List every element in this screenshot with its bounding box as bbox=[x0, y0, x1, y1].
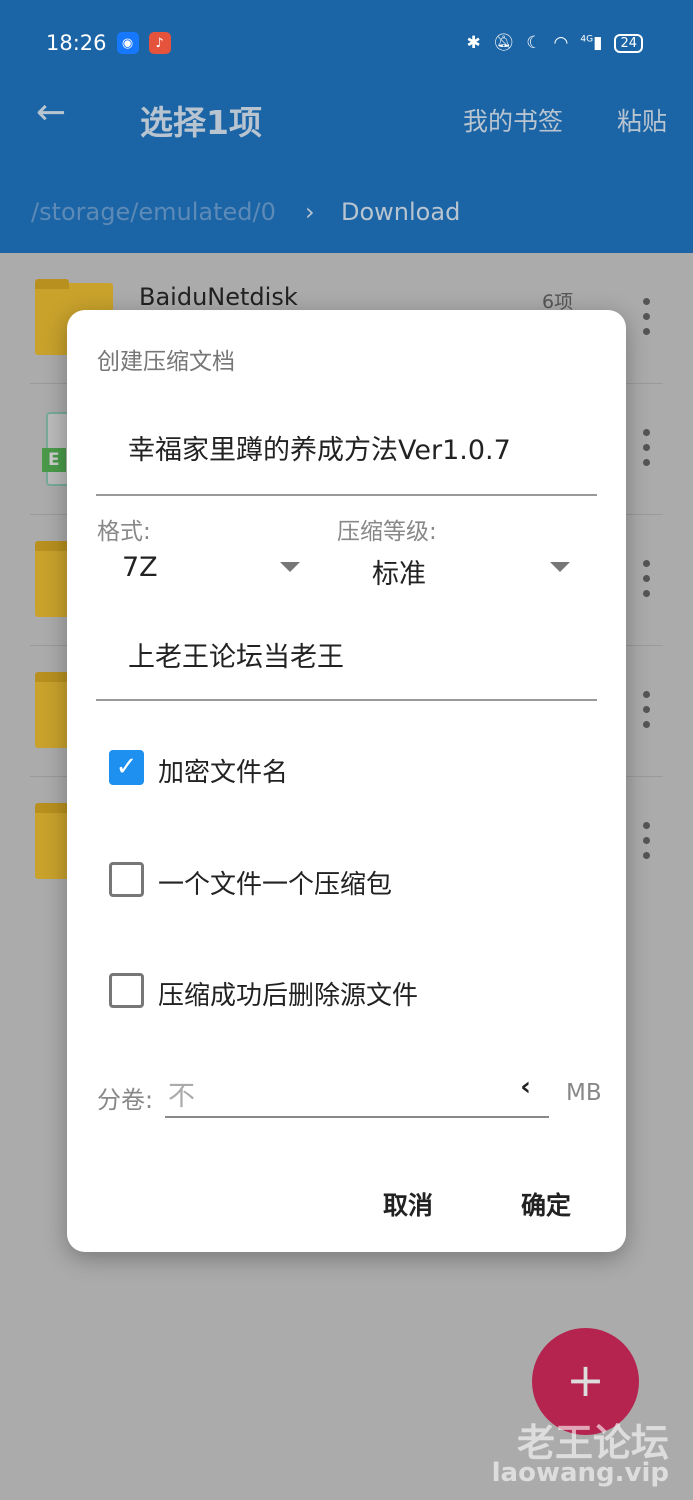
bluetooth-icon: ✱ bbox=[466, 33, 481, 53]
status-bar: 18:26 ◉ ♪ ✱ 🔕︎ ☾ ◠ 4G▮ 24 bbox=[46, 26, 643, 60]
split-unit: MB bbox=[566, 1080, 602, 1106]
more-icon[interactable] bbox=[643, 822, 651, 859]
create-archive-dialog: 创建压缩文档 幸福家里蹲的养成方法Ver1.0.7 格式: 压缩等级: 7Z 标… bbox=[67, 310, 626, 1252]
android-icon: ◉ bbox=[116, 32, 139, 54]
more-icon[interactable] bbox=[643, 429, 651, 466]
breadcrumb-current[interactable]: Download bbox=[341, 198, 460, 226]
level-label: 压缩等级: bbox=[337, 519, 437, 545]
cancel-button[interactable]: 取消 bbox=[383, 1186, 433, 1222]
ok-button[interactable]: 确定 bbox=[521, 1186, 571, 1222]
checkbox-label: 压缩成功后删除源文件 bbox=[158, 981, 419, 1011]
bookmarks-button[interactable]: 我的书签 bbox=[463, 102, 563, 138]
format-label: 格式: bbox=[97, 519, 151, 545]
item-name: BaiduNetdisk bbox=[139, 283, 298, 311]
checkbox-label: 一个文件一个压缩包 bbox=[158, 870, 393, 900]
page-title: 选择1项 bbox=[140, 103, 262, 142]
filename-input[interactable]: 幸福家里蹲的养成方法Ver1.0.7 bbox=[96, 400, 597, 496]
breadcrumb-root[interactable]: /storage/emulated/0 bbox=[31, 198, 276, 226]
music-icon: ♪ bbox=[148, 32, 171, 54]
more-icon[interactable] bbox=[643, 298, 651, 335]
split-label: 分卷: bbox=[97, 1086, 154, 1114]
one-archive-per-file-checkbox[interactable] bbox=[109, 862, 144, 897]
more-icon[interactable] bbox=[643, 560, 651, 597]
chevron-left-icon[interactable]: ‹ bbox=[520, 1072, 531, 1102]
battery-icon: 24 bbox=[614, 33, 643, 53]
dropdown-arrow-icon bbox=[550, 562, 570, 572]
wifi-icon: ◠ bbox=[553, 33, 569, 53]
level-value: 标准 bbox=[372, 559, 426, 590]
watermark-url: laowang.vip bbox=[491, 1458, 669, 1488]
password-value: 上老王论坛当老王 bbox=[128, 642, 344, 673]
format-value: 7Z bbox=[122, 552, 158, 583]
password-input[interactable]: 上老王论坛当老王 bbox=[96, 600, 597, 701]
file-type-badge: E bbox=[42, 448, 66, 472]
more-icon[interactable] bbox=[643, 691, 651, 728]
paste-button[interactable]: 粘贴 bbox=[617, 102, 667, 138]
app-bar: 18:26 ◉ ♪ ✱ 🔕︎ ☾ ◠ 4G▮ 24 ← 选择1项 我的书签 粘贴… bbox=[0, 0, 693, 253]
dropdown-arrow-icon bbox=[280, 562, 300, 572]
breadcrumb-separator: › bbox=[305, 198, 315, 226]
back-arrow-icon[interactable]: ← bbox=[36, 92, 66, 133]
moon-icon: ☾ bbox=[526, 33, 542, 53]
split-size-input[interactable]: 不 ‹ bbox=[165, 1068, 549, 1118]
filename-value: 幸福家里蹲的养成方法Ver1.0.7 bbox=[128, 435, 511, 466]
split-placeholder: 不 bbox=[168, 1081, 195, 1112]
mute-icon: 🔕︎ bbox=[492, 33, 515, 53]
checkbox-label: 加密文件名 bbox=[158, 758, 289, 788]
dialog-title: 创建压缩文档 bbox=[97, 349, 235, 375]
signal-icon: 4G▮ bbox=[580, 33, 603, 53]
delete-source-checkbox[interactable] bbox=[109, 973, 144, 1008]
clock: 18:26 bbox=[46, 31, 107, 55]
encrypt-filenames-checkbox[interactable]: ✓ bbox=[109, 750, 144, 785]
